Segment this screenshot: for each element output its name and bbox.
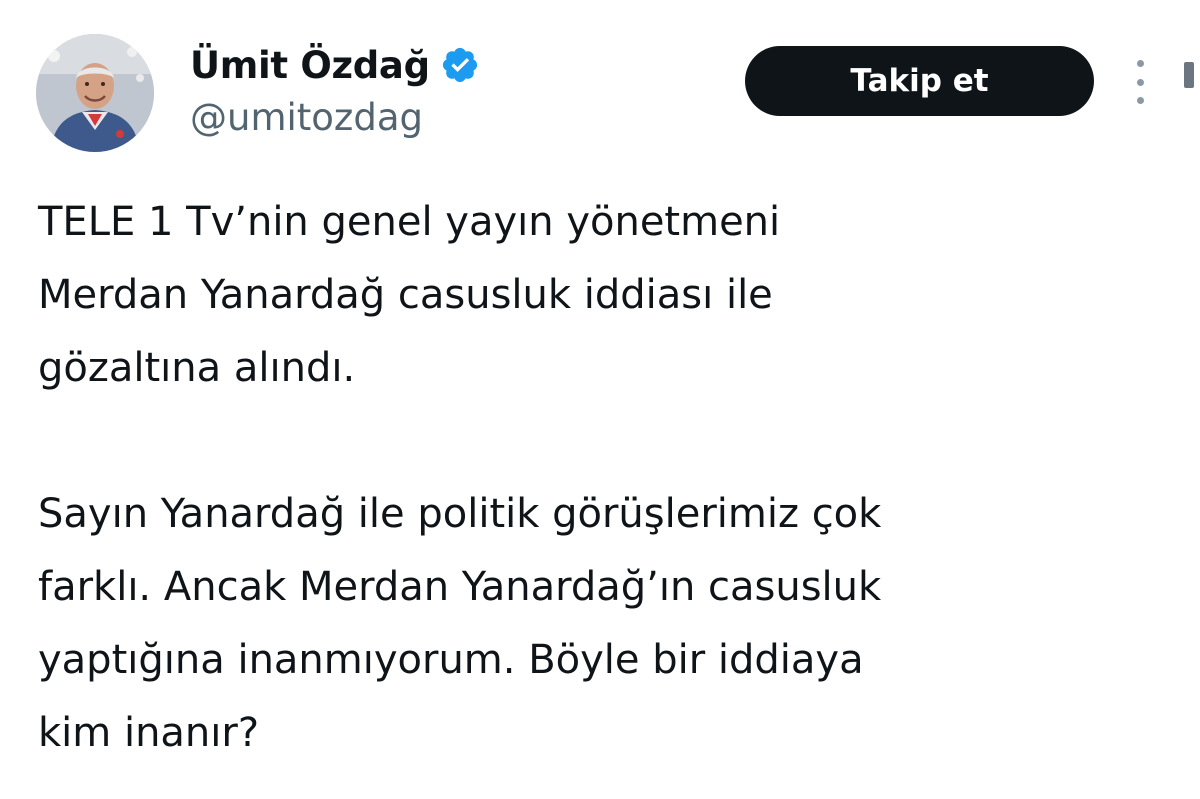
tweet-line: farklı. Ancak Merdan Yanardağ’ın casuslu… bbox=[38, 564, 882, 610]
more-options-icon[interactable] bbox=[1124, 60, 1156, 104]
tweet-paragraph-gap bbox=[38, 405, 1168, 478]
scrollbar-thumb[interactable] bbox=[1184, 62, 1194, 88]
author-display-name[interactable]: Ümit Özdağ bbox=[190, 44, 430, 87]
tweet-line: Merdan Yanardağ casusluk iddiası ile bbox=[38, 272, 773, 318]
tweet-line: Sayın Yanardağ ile politik görüşlerimiz … bbox=[38, 491, 882, 537]
author-name-row: Ümit Özdağ bbox=[190, 38, 480, 92]
more-dot bbox=[1136, 60, 1144, 67]
follow-button[interactable]: Takip et bbox=[745, 46, 1094, 116]
tweet-text: TELE 1 Tv’nin genel yayın yönetmeni Merd… bbox=[38, 186, 1168, 770]
author-handle[interactable]: @umitozdag bbox=[190, 96, 423, 139]
avatar[interactable] bbox=[36, 34, 154, 152]
tweet-line: TELE 1 Tv’nin genel yayın yönetmeni bbox=[38, 199, 781, 245]
tweet-line: yaptığına inanmıyorum. Böyle bir iddiaya bbox=[38, 637, 864, 683]
tweet-line: gözaltına alındı. bbox=[38, 345, 356, 391]
more-dot bbox=[1136, 97, 1144, 104]
avatar-photo-icon bbox=[36, 34, 154, 152]
more-dot bbox=[1136, 78, 1144, 86]
tweet-header: Ümit Özdağ @umitozdag Takip et bbox=[0, 0, 1200, 170]
tweet-line: kim inanır? bbox=[38, 710, 260, 756]
verified-badge-icon[interactable] bbox=[440, 45, 480, 85]
